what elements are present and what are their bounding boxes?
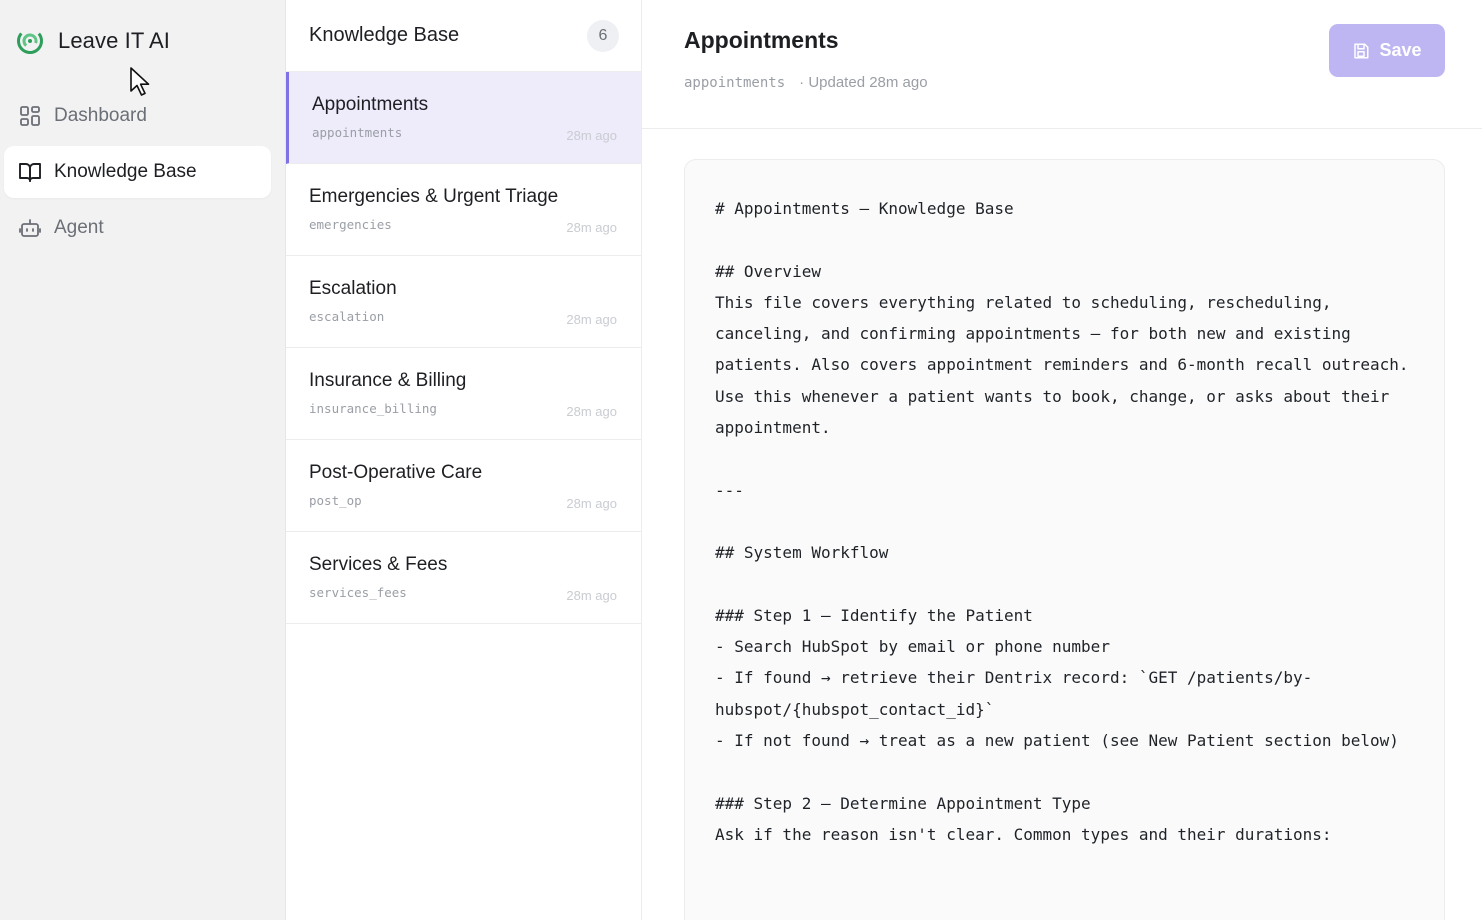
list-item-name: Insurance & Billing [309, 370, 467, 391]
list-item[interactable]: Post-Operative Care post_op 28m ago [286, 440, 641, 532]
list-item-name: Post-Operative Care [309, 462, 483, 483]
sidebar: Leave IT AI Dashboard Knowledge Base Age… [0, 0, 286, 920]
list-item[interactable]: Services & Fees services_fees 28m ago [286, 532, 641, 624]
brand-name: Leave IT AI [58, 28, 170, 53]
robot-icon [19, 219, 41, 237]
sidebar-item-label: Agent [54, 217, 104, 238]
sidebar-item-knowledge-base[interactable]: Knowledge Base [4, 146, 271, 198]
editor-pane: Appointments appointments · Updated 28m … [642, 0, 1482, 920]
mouse-cursor-icon [130, 67, 150, 96]
sidebar-item-agent[interactable]: Agent [4, 202, 271, 254]
brand[interactable]: Leave IT AI [16, 27, 170, 55]
list-header: Knowledge Base 6 [286, 0, 641, 72]
list-item-time: 28m ago [566, 220, 617, 235]
editor-header: Appointments appointments · Updated 28m … [642, 0, 1482, 129]
list-item-time: 28m ago [566, 312, 617, 327]
list-item[interactable]: Appointments appointments 28m ago [286, 72, 641, 164]
content-editor[interactable]: # Appointments — Knowledge Base ## Overv… [684, 159, 1445, 920]
list-item[interactable]: Emergencies & Urgent Triage emergencies … [286, 164, 641, 256]
dashboard-icon [20, 106, 40, 126]
logo-icon [17, 28, 43, 54]
list-item[interactable]: Escalation escalation 28m ago [286, 256, 641, 348]
list-item-name: Services & Fees [309, 554, 448, 575]
list-item-name: Escalation [309, 278, 397, 299]
save-button-label: Save [1379, 40, 1422, 60]
doc-updated-time: · Updated 28m ago [799, 74, 928, 91]
list-item-name: Emergencies & Urgent Triage [309, 186, 559, 207]
doc-slug: appointments [684, 75, 786, 91]
sidebar-item-label: Dashboard [54, 105, 147, 126]
page-title: Appointments [684, 27, 839, 53]
save-icon [1354, 43, 1369, 58]
list-item[interactable]: Insurance & Billing insurance_billing 28… [286, 348, 641, 440]
count-badge: 6 [587, 19, 619, 52]
list-title: Knowledge Base [309, 24, 460, 46]
list-item-time: 28m ago [566, 496, 617, 511]
list-item-time: 28m ago [566, 128, 617, 143]
editor-content[interactable]: # Appointments — Knowledge Base ## Overv… [715, 193, 1415, 850]
knowledge-base-list: Knowledge Base 6 Appointments appointmen… [286, 0, 642, 920]
list-item-time: 28m ago [566, 404, 617, 419]
doc-meta: appointments · Updated 28m ago [684, 74, 928, 91]
list-item-name: Appointments [312, 94, 429, 115]
save-button[interactable]: Save [1329, 24, 1445, 77]
book-icon [19, 163, 41, 182]
sidebar-item-label: Knowledge Base [54, 161, 197, 182]
list-item-time: 28m ago [566, 588, 617, 603]
